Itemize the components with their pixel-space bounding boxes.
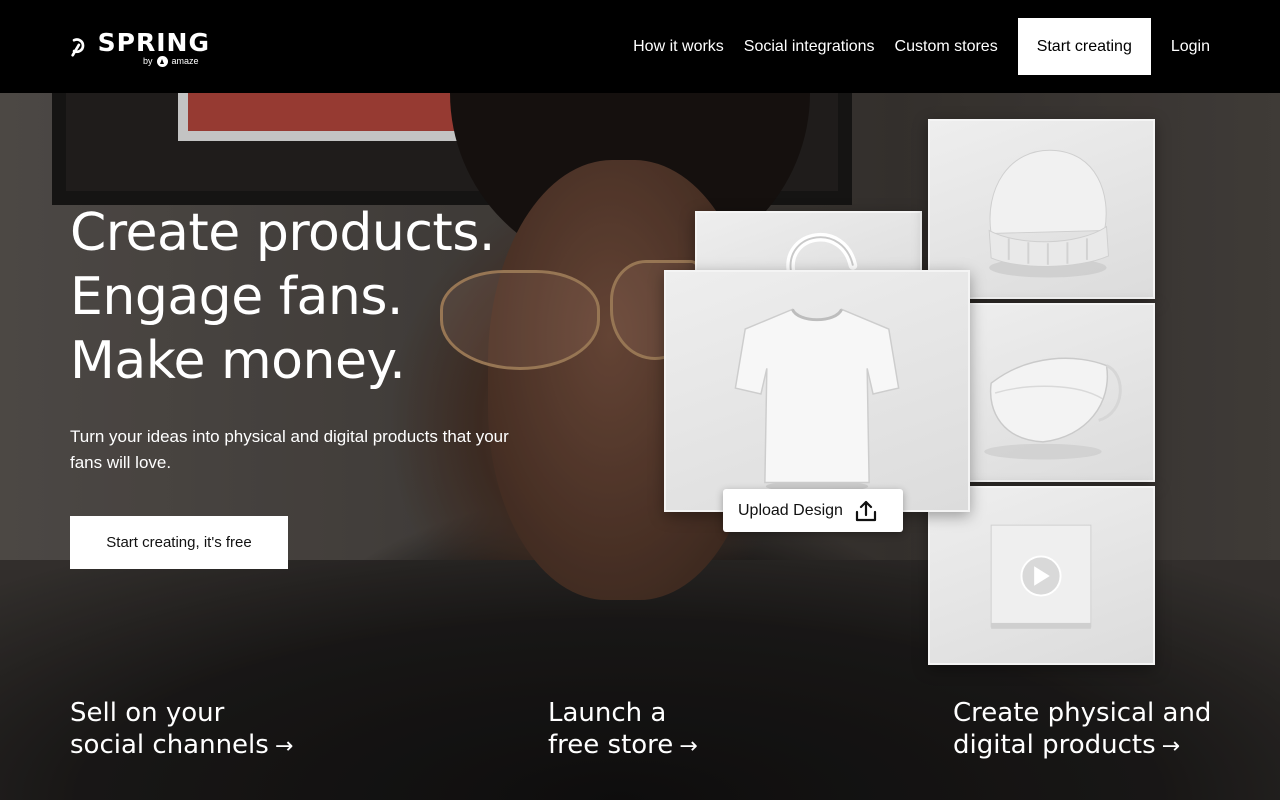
feature-2-line-2: free store bbox=[548, 730, 674, 760]
feature-3-line-1: Create physical and bbox=[953, 698, 1212, 728]
feature-link-social-channels[interactable]: Sell on your social channels → bbox=[70, 697, 293, 763]
upload-icon bbox=[855, 500, 877, 521]
feature-1-line-1: Sell on your bbox=[70, 698, 225, 728]
feature-link-physical-digital-products[interactable]: Create physical and digital products → bbox=[953, 697, 1211, 763]
t-shirt-icon bbox=[734, 308, 900, 493]
start-creating-free-button[interactable]: Start creating, it's free bbox=[70, 516, 288, 569]
byline-text: by bbox=[143, 56, 153, 66]
nav-social-integrations[interactable]: Social integrations bbox=[744, 38, 875, 56]
upload-design-label: Upload Design bbox=[738, 501, 843, 519]
nav-how-it-works[interactable]: How it works bbox=[633, 38, 724, 56]
video-play-icon bbox=[990, 524, 1092, 629]
hero-subtext: Turn your ideas into physical and digita… bbox=[70, 427, 509, 472]
feature-link-free-store[interactable]: Launch a free store → bbox=[548, 697, 698, 763]
spring-logo-icon bbox=[71, 37, 85, 57]
video-product-card bbox=[928, 486, 1155, 665]
brand-byline: by amaze bbox=[143, 55, 199, 67]
hero-headline: Create products. Engage fans. Make money… bbox=[70, 201, 495, 393]
arrow-right-icon: → bbox=[1161, 734, 1181, 759]
arrow-right-icon: → bbox=[679, 734, 698, 759]
main-nav: How it works Social integrations Custom … bbox=[633, 18, 1210, 75]
feature-3-line-2: digital products bbox=[953, 730, 1156, 760]
brand-name: SPRING bbox=[97, 28, 210, 57]
t-shirt-card bbox=[664, 270, 970, 512]
site-header: SPRING by amaze How it works Social inte… bbox=[0, 0, 1280, 93]
amaze-logo-icon bbox=[156, 55, 168, 67]
feature-1-line-2: social channels bbox=[70, 730, 269, 760]
headline-line-2: Engage fans. bbox=[70, 267, 403, 327]
start-creating-button[interactable]: Start creating bbox=[1017, 18, 1151, 75]
partner-name: amaze bbox=[171, 56, 199, 66]
upload-design-button[interactable]: Upload Design bbox=[723, 489, 903, 532]
login-link[interactable]: Login bbox=[1171, 38, 1210, 56]
spring-logo[interactable]: SPRING by amaze bbox=[70, 25, 210, 69]
headline-line-1: Create products. bbox=[70, 203, 495, 263]
nav-custom-stores[interactable]: Custom stores bbox=[895, 38, 998, 56]
arrow-right-icon: → bbox=[274, 734, 294, 759]
headline-line-3: Make money. bbox=[70, 331, 406, 391]
feature-2-line-1: Launch a bbox=[548, 698, 667, 728]
